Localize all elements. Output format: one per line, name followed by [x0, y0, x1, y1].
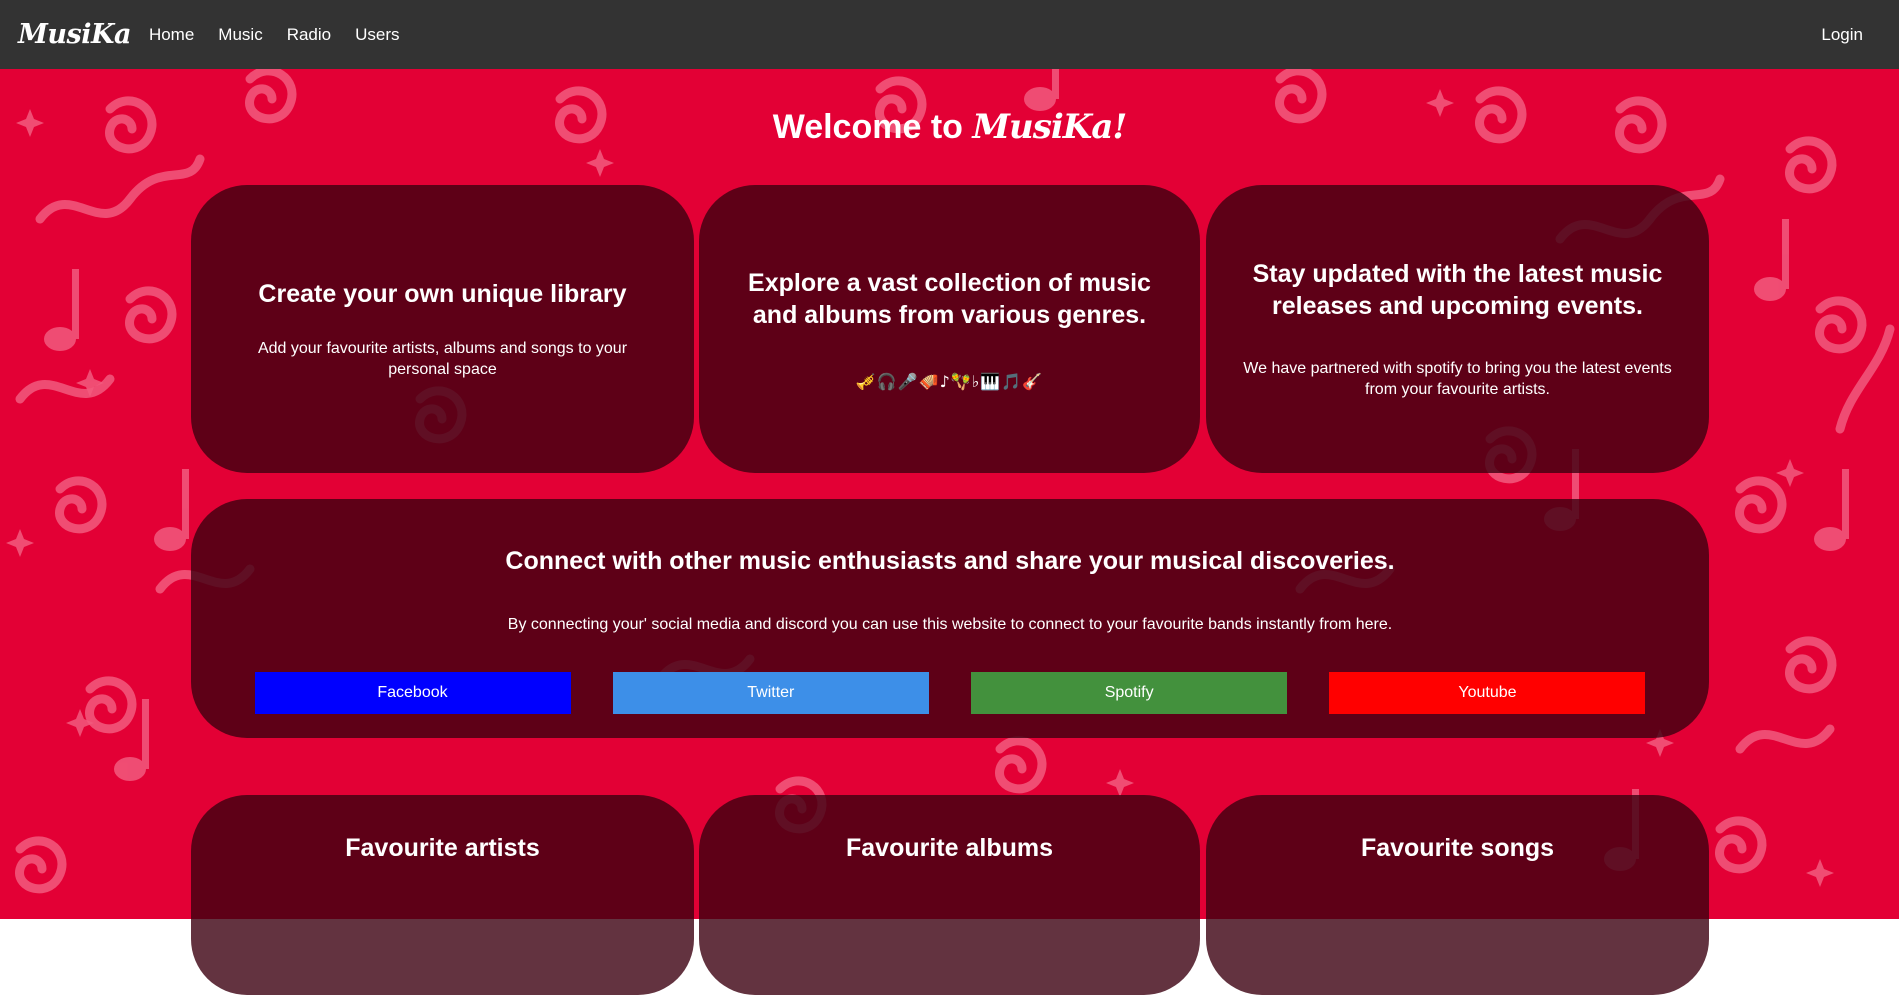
feature-title-library: Create your own unique library	[258, 280, 627, 308]
feature-card-library: Create your own unique library Add your …	[191, 185, 694, 473]
spotify-button[interactable]: Spotify	[971, 672, 1288, 714]
feature-card-updates: Stay updated with the latest music relea…	[1206, 185, 1709, 473]
facebook-button[interactable]: Facebook	[254, 672, 571, 714]
nav-link-radio[interactable]: Radio	[287, 25, 331, 45]
welcome-text: Welcome to	[772, 108, 973, 146]
nav-link-home[interactable]: Home	[149, 25, 194, 45]
welcome-heading: Welcome to MusiKa!	[0, 107, 1899, 147]
social-buttons-row: Facebook Twitter Spotify Youtube	[254, 672, 1646, 714]
brand-logo[interactable]: MusiKa	[18, 19, 131, 50]
favourite-albums-title: Favourite albums	[846, 834, 1053, 862]
navbar: MusiKa Home Music Radio Users Login	[0, 0, 1899, 69]
feature-text-library: Add your favourite artists, albums and s…	[257, 340, 628, 378]
feature-title-updates: Stay updated with the latest music relea…	[1252, 260, 1663, 320]
favourite-artists-title: Favourite artists	[345, 834, 540, 862]
welcome-brand: MusiKa!	[972, 107, 1127, 147]
feature-card-explore: Explore a vast collection of music and a…	[699, 185, 1200, 473]
login-link[interactable]: Login	[1821, 25, 1863, 45]
connect-card: Connect with other music enthusiasts and…	[191, 499, 1709, 738]
feature-title-explore: Explore a vast collection of music and a…	[748, 268, 1151, 329]
connect-text: By connecting your' social media and dis…	[507, 616, 1393, 633]
favourite-albums-card: Favourite albums	[699, 795, 1200, 995]
connect-title: Connect with other music enthusiasts and…	[505, 547, 1395, 575]
youtube-button[interactable]: Youtube	[1329, 672, 1646, 714]
music-emoji-row: 🎺🎧🎤🪗♪🪇♭🎹🎵🎸	[855, 371, 1044, 391]
favourite-artists-card: Favourite artists	[191, 795, 694, 995]
nav-link-music[interactable]: Music	[218, 25, 262, 45]
twitter-button[interactable]: Twitter	[612, 672, 929, 714]
feature-text-updates: We have partnered with spotify to bring …	[1243, 360, 1672, 398]
favourite-songs-title: Favourite songs	[1360, 834, 1555, 862]
favourite-songs-card: Favourite songs	[1206, 795, 1709, 995]
nav-link-users[interactable]: Users	[355, 25, 399, 45]
